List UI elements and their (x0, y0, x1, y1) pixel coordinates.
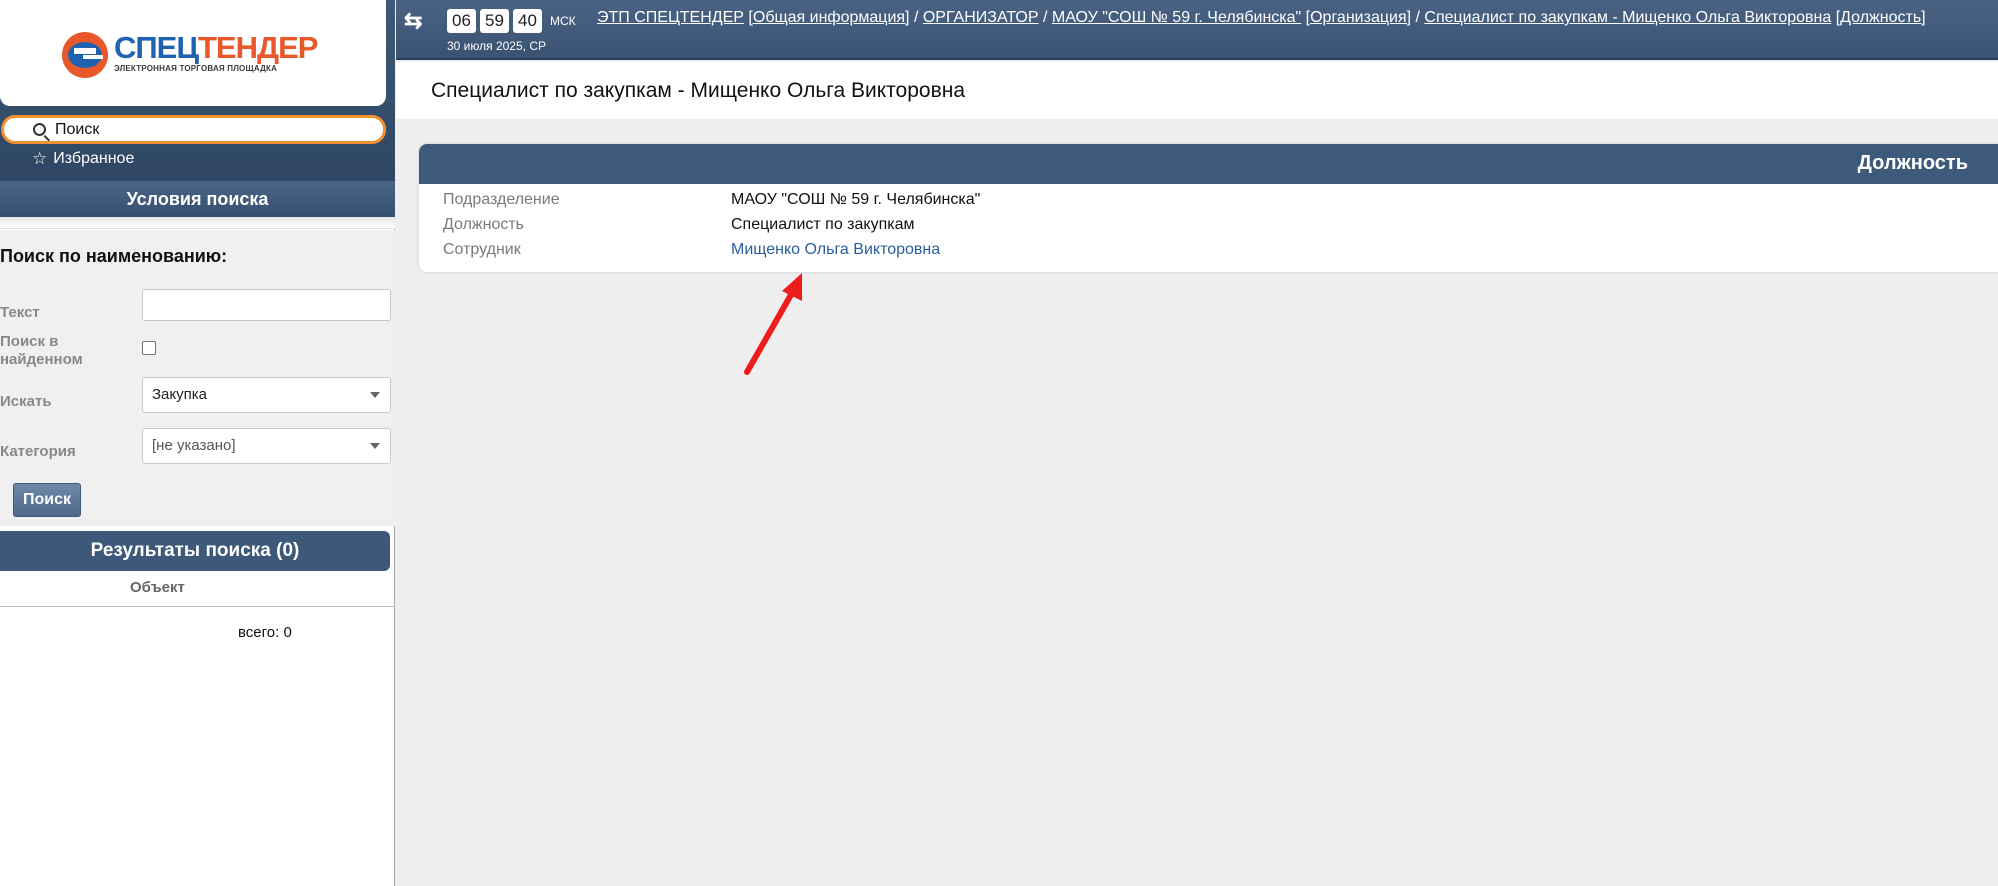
employee-link[interactable]: Мищенко Ольга Викторовна (731, 241, 940, 259)
breadcrumb: ЭТП СПЕЦТЕНДЕР [Общая информация] / ОРГА… (597, 9, 1926, 26)
text-label: Текст (0, 304, 40, 321)
top-bar: ⇆ 06 59 40 МСК 30 июля 2025, СР ЭТП СПЕЦ… (396, 0, 1998, 60)
chevron-down-icon (370, 443, 380, 449)
current-date: 30 июля 2025, СР (447, 39, 546, 53)
search-form: Поиск по наименованию: Текст Поиск в най… (0, 230, 395, 526)
search-results-header: Результаты поиска (0) (0, 531, 390, 571)
breadcrumb-person-type[interactable]: [Должность] (1836, 9, 1926, 26)
breadcrumb-org-type[interactable]: [Организация] (1306, 9, 1411, 26)
detail-key: Подразделение (443, 191, 560, 208)
search-menu-item[interactable]: Поиск (1, 115, 386, 144)
category-select[interactable]: [не указано] (142, 428, 391, 464)
search-in-found-label: Поиск в найденном (0, 333, 83, 368)
clock-hours: 06 (447, 9, 476, 33)
breadcrumb-etp-type[interactable]: [Общая информация] (748, 9, 909, 26)
swap-arrows-icon[interactable]: ⇆ (404, 8, 422, 34)
category-value: [не указано] (152, 437, 236, 454)
detail-value: МАОУ "СОШ № 59 г. Челябинска" (731, 191, 981, 208)
chevron-down-icon (370, 392, 380, 398)
logo-word-2: ТЕНДЕР (198, 30, 318, 65)
search-menu-label: Поиск (55, 120, 100, 138)
favorites-menu-label: Избранное (53, 150, 135, 167)
search-icon (33, 123, 46, 136)
logo[interactable]: СПЕЦТЕНДЕР ЭЛЕКТРОННАЯ ТОРГОВАЯ ПЛОЩАДКА (62, 30, 318, 78)
search-for-value: Закупка (152, 386, 207, 403)
red-arrow-annotation (744, 273, 802, 375)
detail-key: Должность (443, 216, 524, 233)
title-bar: Специалист по закупкам - Мищенко Ольга В… (396, 62, 1998, 119)
breadcrumb-organizer[interactable]: ОРГАНИЗАТОР (923, 9, 1039, 26)
results-total: всего: 0 (238, 624, 292, 641)
logo-icon (62, 32, 108, 78)
breadcrumb-etp[interactable]: ЭТП СПЕЦТЕНДЕР (597, 9, 744, 26)
favorites-menu-item[interactable]: ☆ Избранное (32, 149, 134, 169)
results-column-header: Объект (0, 571, 395, 607)
detail-key: Сотрудник (443, 241, 521, 258)
card-header: Должность (419, 144, 1998, 184)
position-card: Должность Подразделение МАОУ "СОШ № 59 г… (419, 144, 1998, 272)
category-label: Категория (0, 443, 76, 460)
logo-subtitle: ЭЛЕКТРОННАЯ ТОРГОВАЯ ПЛОЩАДКА (114, 64, 278, 73)
search-for-select[interactable]: Закупка (142, 377, 391, 413)
header-shadow (0, 217, 395, 229)
text-input[interactable] (142, 289, 391, 321)
page-title: Специалист по закупкам - Мищенко Ольга В… (431, 79, 966, 102)
column-object[interactable]: Объект (130, 579, 185, 596)
clock-seconds: 40 (513, 9, 542, 33)
search-for-label: Искать (0, 393, 52, 410)
left-panel: СПЕЦТЕНДЕР ЭЛЕКТРОННАЯ ТОРГОВАЯ ПЛОЩАДКА… (0, 0, 395, 886)
form-title: Поиск по наименованию: (0, 246, 228, 266)
logo-word-1: СПЕЦ (114, 30, 199, 65)
search-in-found-checkbox[interactable] (142, 341, 156, 355)
search-button[interactable]: Поиск (13, 483, 81, 517)
clock-timezone: МСК (550, 14, 576, 28)
star-icon: ☆ (32, 149, 48, 168)
detail-value: Специалист по закупкам (731, 216, 915, 233)
search-conditions-header: Условия поиска (0, 181, 395, 217)
clock-minutes: 59 (480, 9, 509, 33)
breadcrumb-person[interactable]: Специалист по закупкам - Мищенко Ольга В… (1424, 9, 1831, 26)
card-title: Должность (1857, 152, 1968, 174)
logo-box: СПЕЦТЕНДЕР ЭЛЕКТРОННАЯ ТОРГОВАЯ ПЛОЩАДКА (0, 0, 386, 106)
arrow-shaft (744, 290, 795, 375)
breadcrumb-org[interactable]: МАОУ "СОШ № 59 г. Челябинска" (1052, 9, 1301, 26)
